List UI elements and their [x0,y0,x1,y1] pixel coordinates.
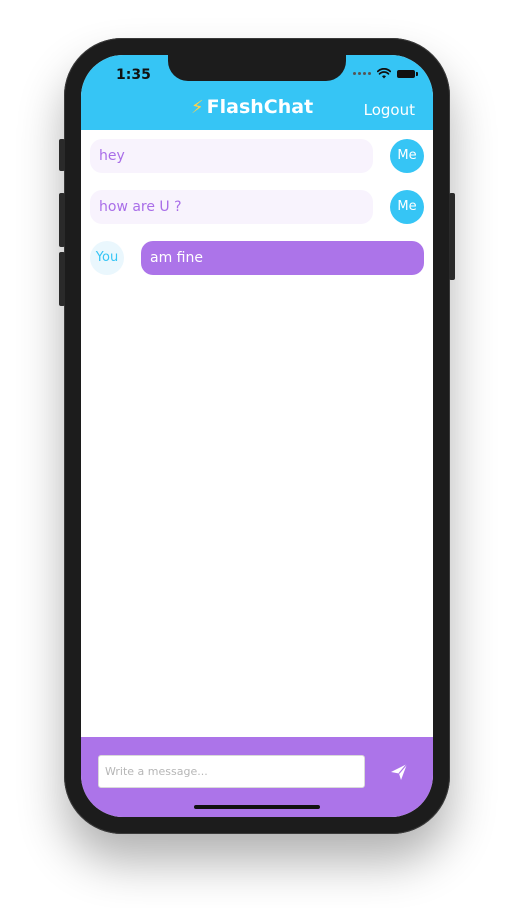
message-composer [81,737,433,817]
battery-icon [397,69,418,78]
app-title-text: FlashChat [206,96,314,118]
message-row: You am fine [81,241,433,275]
send-button[interactable] [384,759,414,785]
wifi-icon [377,68,391,79]
sender-avatar: Me [390,139,424,173]
mute-switch [59,139,65,171]
notch [168,55,346,81]
app-title: ⚡ FlashChat [191,96,313,118]
cellular-signal-icon [353,72,371,75]
sender-avatar: You [90,241,124,275]
paper-plane-icon [391,763,408,780]
status-icons [353,68,418,79]
message-bubble: how are U ? [90,190,373,224]
logout-button[interactable]: Logout [364,101,415,119]
volume-up-button [59,193,65,247]
lightning-bolt-icon: ⚡ [191,96,204,118]
app-screen: 1:35 ⚡ FlashChat Logout hey Me how are U… [81,55,433,817]
volume-down-button [59,252,65,306]
message-input[interactable] [98,755,365,788]
message-row: hey Me [81,139,433,173]
sender-avatar: Me [390,190,424,224]
power-button [449,193,455,280]
home-indicator [194,805,320,809]
message-row: how are U ? Me [81,190,433,224]
app-header: 1:35 ⚡ FlashChat Logout [81,55,433,130]
device-stage: 1:35 ⚡ FlashChat Logout hey Me how are U… [0,0,514,908]
message-bubble: hey [90,139,373,173]
status-time: 1:35 [116,67,151,83]
message-bubble: am fine [141,241,424,275]
